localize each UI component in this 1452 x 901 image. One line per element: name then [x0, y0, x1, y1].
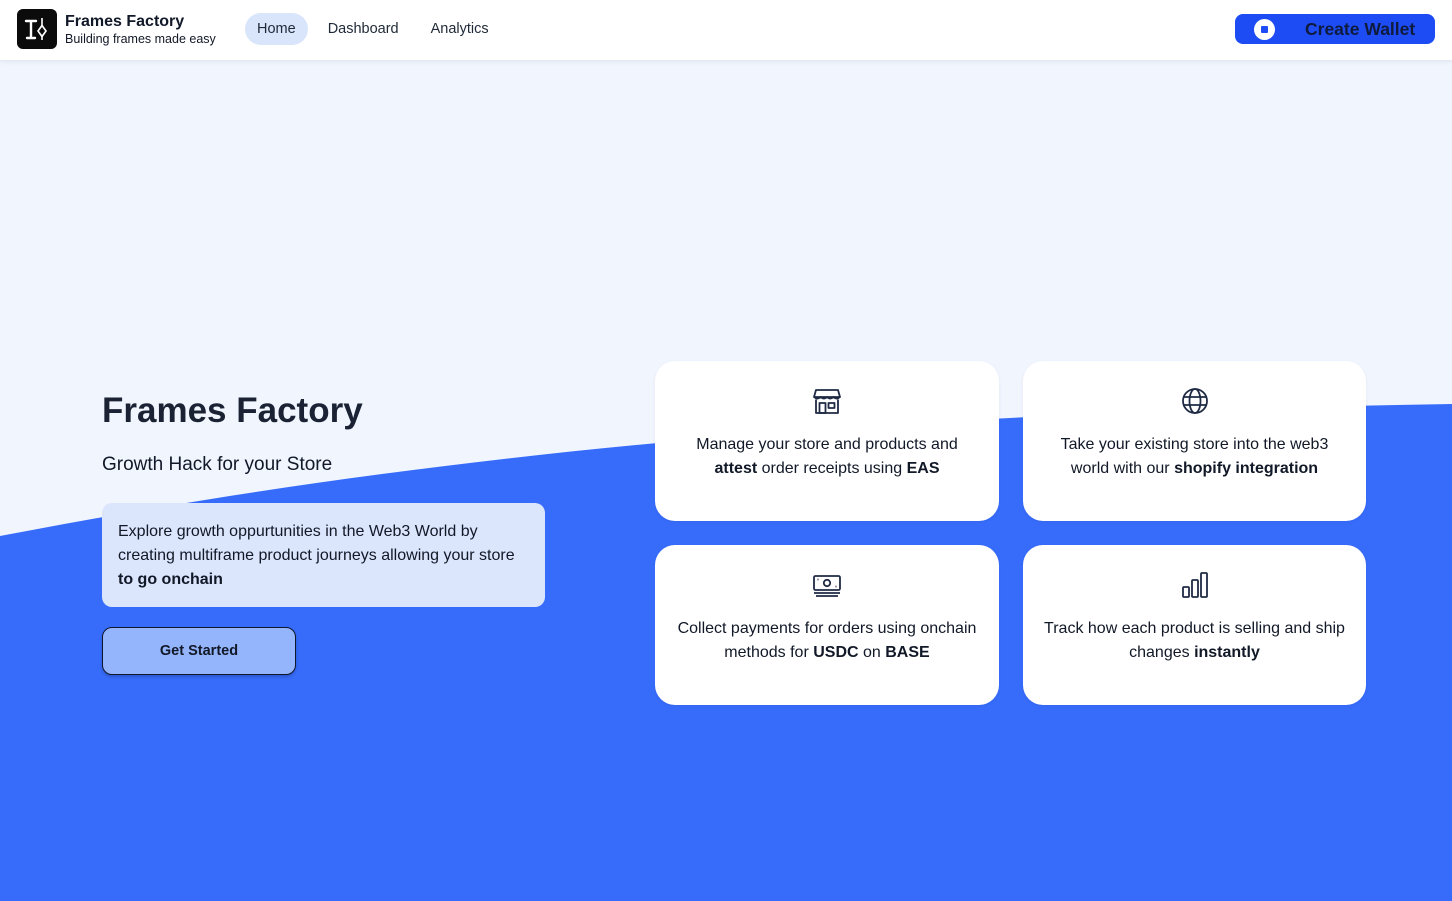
globe-icon: [1181, 388, 1208, 414]
top-navbar: Frames Factory Building frames made easy…: [0, 0, 1452, 61]
hero-title: Frames Factory: [102, 391, 363, 430]
callout-text: Explore growth oppurtunities in the Web3…: [118, 523, 515, 564]
feature-card-analytics: Track how each product is selling and sh…: [1023, 545, 1366, 705]
cash-icon: [813, 575, 841, 597]
get-started-button[interactable]: Get Started: [102, 627, 296, 675]
hero-callout: Explore growth oppurtunities in the Web3…: [102, 503, 545, 607]
feature-card-payments: Collect payments for orders using onchai…: [655, 545, 999, 705]
main-nav: Home Dashboard Analytics: [245, 13, 509, 45]
nav-home[interactable]: Home: [245, 13, 308, 45]
brand-logo[interactable]: [17, 9, 57, 49]
feature-card-shopify: Take your existing store into the web3 w…: [1023, 361, 1366, 521]
feature-text-shopify: Take your existing store into the web3 w…: [1060, 436, 1329, 477]
bar-chart-icon: [1181, 572, 1208, 598]
store-icon: [813, 389, 841, 414]
brand-tagline: Building frames made easy: [65, 32, 216, 46]
feature-text-analytics: Track how each product is selling and sh…: [1044, 620, 1345, 661]
create-wallet-button[interactable]: Create Wallet: [1235, 14, 1435, 44]
feature-card-store: Manage your store and products and attes…: [655, 361, 999, 521]
callout-bold-text: to go onchain: [118, 571, 223, 588]
brand-name: Frames Factory: [65, 13, 185, 30]
feature-text-payments: Collect payments for orders using onchai…: [677, 620, 977, 661]
nav-analytics[interactable]: Analytics: [419, 13, 501, 45]
nav-dashboard[interactable]: Dashboard: [316, 13, 411, 45]
frames-logo-icon: [24, 18, 47, 40]
coinbase-wallet-icon: [1254, 18, 1275, 40]
create-wallet-label: Create Wallet: [1305, 18, 1416, 39]
hero-subtitle: Growth Hack for your Store: [102, 454, 333, 475]
brand-text: Frames Factory Building frames made easy: [65, 12, 216, 47]
feature-text-store: Manage your store and products and attes…: [696, 436, 958, 477]
